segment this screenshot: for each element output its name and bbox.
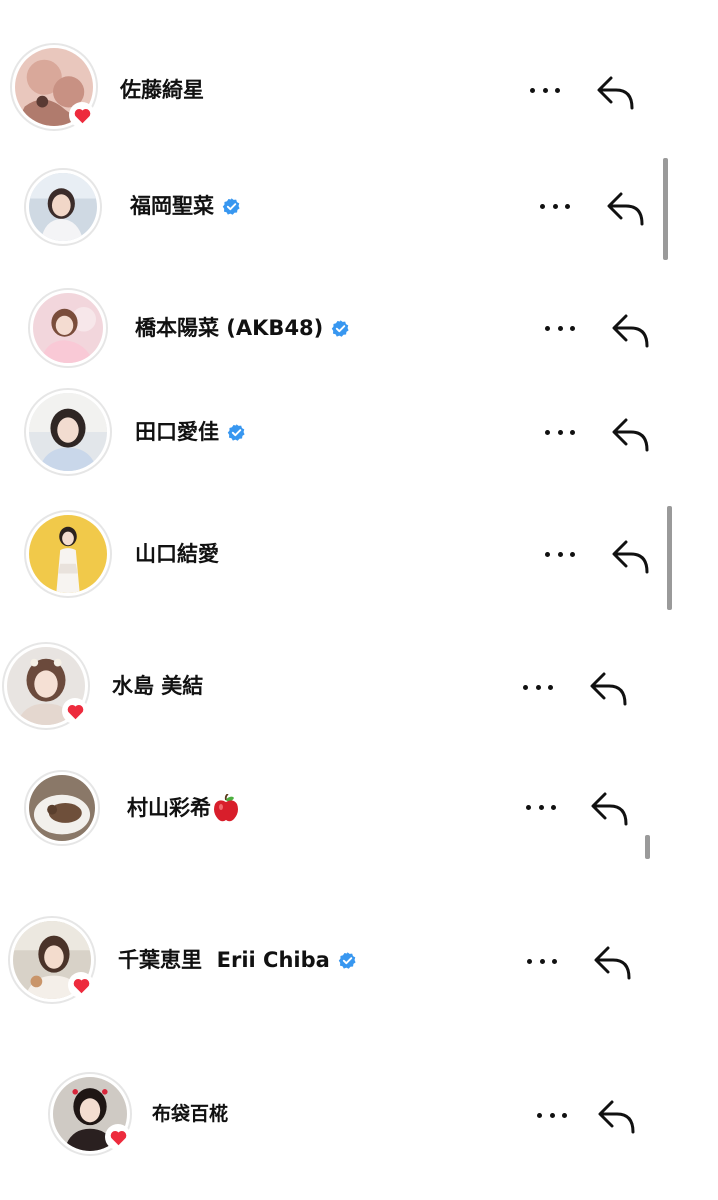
author-name-text: 千葉恵里 Erii Chiba <box>118 948 330 972</box>
author-name-text: 水島 美結 <box>112 674 204 698</box>
comment-author-name[interactable]: 水島 美結 <box>112 672 203 700</box>
more-options-icon[interactable] <box>523 682 553 692</box>
more-options-icon[interactable] <box>537 1110 567 1120</box>
comment-row: 布袋百椛 <box>0 1068 718 1168</box>
liked-badge <box>105 1124 131 1150</box>
reply-arrow-icon[interactable] <box>609 312 651 348</box>
more-options-icon[interactable] <box>526 802 556 812</box>
author-name-text: 橋本陽菜 (AKB48) <box>135 316 324 340</box>
reply-arrow-icon[interactable] <box>587 670 629 706</box>
comment-row: 佐藤綺星 <box>0 40 718 140</box>
author-name-text: 佐藤綺星 <box>120 78 204 102</box>
verified-badge-icon <box>331 319 350 338</box>
author-name-text: 田口愛佳 <box>135 420 219 444</box>
reply-arrow-icon[interactable] <box>594 74 636 110</box>
avatar[interactable] <box>24 168 102 246</box>
comment-author-name[interactable]: 田口愛佳 <box>135 418 246 446</box>
heart-icon <box>74 108 90 123</box>
comment-row: 水島 美結 <box>0 640 718 740</box>
reply-arrow-icon[interactable] <box>609 416 651 452</box>
more-options-icon[interactable] <box>545 323 575 333</box>
more-options-icon[interactable] <box>545 427 575 437</box>
author-name-text: 村山彩希 <box>127 796 211 820</box>
heart-icon <box>67 704 83 719</box>
comment-row: 村山彩希 <box>0 760 718 860</box>
liked-badge <box>62 698 88 724</box>
scrollbar[interactable] <box>667 506 672 610</box>
author-name-text: 布袋百椛 <box>152 1103 229 1125</box>
scrollbar[interactable] <box>663 158 668 260</box>
comment-author-name[interactable]: 福岡聖菜 <box>130 192 241 220</box>
reply-arrow-icon[interactable] <box>591 944 633 980</box>
comment-author-name[interactable]: 佐藤綺星 <box>120 76 204 104</box>
avatar[interactable] <box>24 510 112 598</box>
more-options-icon[interactable] <box>530 85 560 95</box>
author-name-text: 山口結愛 <box>135 542 219 566</box>
comment-author-name[interactable]: 千葉恵里 Erii Chiba <box>118 946 357 974</box>
comment-row: 千葉恵里 Erii Chiba <box>0 912 718 1012</box>
avatar[interactable] <box>24 770 100 846</box>
comment-author-name[interactable]: 村山彩希 <box>127 794 239 822</box>
scrollbar[interactable] <box>645 835 650 859</box>
comment-author-name[interactable]: 山口結愛 <box>135 540 219 568</box>
comment-row: 橋本陽菜 (AKB48) <box>0 280 718 380</box>
red-apple-icon <box>213 794 239 822</box>
more-options-icon[interactable] <box>527 956 557 966</box>
more-options-icon[interactable] <box>540 201 570 211</box>
more-options-icon[interactable] <box>545 549 575 559</box>
liked-badge <box>69 102 95 128</box>
comment-row: 山口結愛 <box>0 506 718 606</box>
reply-arrow-icon[interactable] <box>609 538 651 574</box>
verified-badge-icon <box>338 951 357 970</box>
reply-arrow-icon[interactable] <box>604 190 646 226</box>
heart-icon <box>110 1130 126 1145</box>
comment-author-name[interactable]: 橋本陽菜 (AKB48) <box>135 314 350 342</box>
comment-author-name[interactable]: 布袋百椛 <box>152 1100 228 1128</box>
verified-badge-icon <box>227 423 246 442</box>
reply-arrow-icon[interactable] <box>588 790 630 826</box>
avatar[interactable] <box>28 288 108 368</box>
comment-row: 田口愛佳 <box>0 384 718 484</box>
liked-badge <box>68 972 94 998</box>
verified-badge-icon <box>222 197 241 216</box>
heart-icon <box>73 978 89 993</box>
reply-arrow-icon[interactable] <box>595 1098 637 1134</box>
comment-row: 福岡聖菜 <box>0 160 718 260</box>
avatar[interactable] <box>24 388 112 476</box>
author-name-text: 福岡聖菜 <box>130 194 214 218</box>
